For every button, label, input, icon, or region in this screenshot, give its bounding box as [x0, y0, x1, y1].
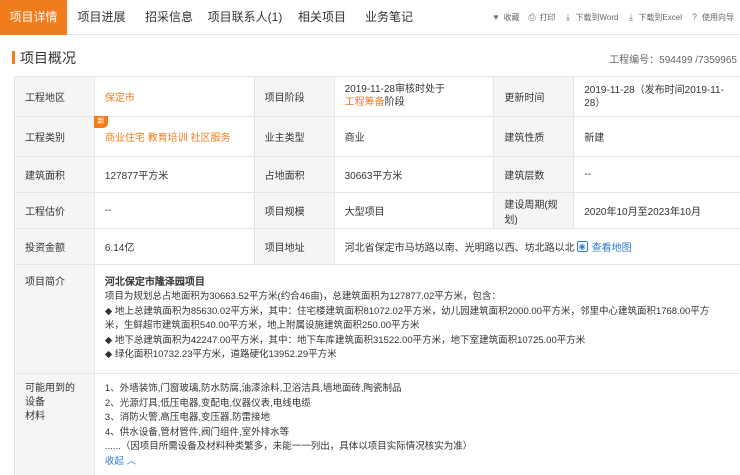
- label-floors: 建筑层数: [494, 157, 575, 192]
- favorite-button[interactable]: ♥ 收藏: [491, 12, 519, 23]
- value-building-area: 127877平方米: [95, 157, 255, 192]
- tab-business-notes[interactable]: 业务笔记: [356, 0, 422, 35]
- value-land-area: 30663平方米: [335, 157, 495, 192]
- value-build-period: 2020年10月至2023年10月: [574, 193, 740, 228]
- value-intro: 河北保定市隆泽园项目 项目为规划总占地面积为30663.52平方米(约合46亩)…: [95, 265, 740, 373]
- label-category: 工程类别: [15, 117, 95, 156]
- section-title: 项目概况: [20, 50, 76, 66]
- value-address: 河北省保定市马坊路以南、光明路以西、坊北路以北 ◉ 查看地图: [335, 229, 740, 264]
- tab-project-details[interactable]: 项目详情: [0, 0, 67, 35]
- value-update-time: 2019-11-28（发布时间2019-11-28）: [574, 77, 740, 116]
- label-investment: 投资金额: [15, 229, 95, 264]
- label-update-time: 更新时间: [494, 77, 575, 116]
- new-badge: 新: [93, 116, 108, 128]
- overview-table: 工程地区 保定市 项目阶段 2019-11-28审核时处于 工程筹备阶段 更新时…: [14, 76, 740, 475]
- label-region: 工程地区: [15, 77, 95, 116]
- table-row: 工程类别 新 商业住宅 教育培训 社区服务 业主类型 商业 建筑性质 新建: [15, 116, 740, 157]
- value-region[interactable]: 保定市: [95, 77, 255, 116]
- download-icon: ⤓: [628, 12, 633, 22]
- intro-line: ◆ 绿化面积10732.23平方米，道路硬化13952.29平方米: [104, 349, 337, 360]
- action-bar: ♥ 收藏 ⎙ 打印 ⤓ 下载到Word ⤓ 下载到Excel ? 使用向导: [491, 0, 734, 35]
- intro-line: ◆ 地上总建筑面积为85630.02平方米，其中：住宅楼建筑面积81072.02…: [104, 305, 710, 317]
- table-row: 建筑面积 127877平方米 占地面积 30663平方米 建筑层数 --: [15, 157, 740, 193]
- label-owner-type: 业主类型: [254, 117, 335, 156]
- value-estimate: --: [95, 193, 255, 228]
- material-line: 1、外墙装饰,门窗玻璃,防水防腐,油漆涂料,卫浴洁具,墙地面砖,陶瓷制品: [104, 383, 402, 394]
- value-owner-type: 商业: [335, 117, 495, 156]
- download-icon: ⤓: [565, 12, 570, 22]
- intro-line: ◆ 地下总建筑面积为42247.00平方米，其中：地下车库建筑面积31522.0…: [104, 334, 586, 346]
- material-line: ......（因项目所需设备及材料种类繁多，未能一一列出，具体以项目实际情况核实…: [104, 441, 473, 452]
- value-stage: 2019-11-28审核时处于 工程筹备阶段: [335, 77, 495, 116]
- material-line: 2、光源灯具,低压电器,变配电,仪器仪表,电线电缆: [104, 397, 311, 409]
- tab-procurement-info[interactable]: 招采信息: [136, 0, 202, 35]
- label-intro: 项目简介: [15, 265, 95, 373]
- tab-project-progress[interactable]: 项目进展: [67, 0, 136, 35]
- label-land-area: 占地面积: [254, 157, 335, 192]
- value-category[interactable]: 新 商业住宅 教育培训 社区服务: [93, 116, 255, 156]
- table-row: 工程地区 保定市 项目阶段 2019-11-28审核时处于 工程筹备阶段 更新时…: [15, 77, 740, 117]
- top-nav: 项目详情 项目进展 招采信息 项目联系人(1) 相关项目 业务笔记 ♥ 收藏 ⎙…: [0, 0, 740, 35]
- intro-line: 米，生鲜超市建筑面积540.00平方米，地上附属设施建筑面积250.00平方米: [104, 320, 420, 331]
- label-building-area: 建筑面积: [15, 157, 95, 192]
- label-build-nature: 建筑性质: [494, 117, 575, 156]
- label-estimate: 工程估价: [15, 193, 95, 228]
- label-address: 项目地址: [254, 229, 335, 264]
- heart-icon: ♥: [493, 12, 499, 22]
- value-materials: 1、外墙装饰,门窗玻璃,防水防腐,油漆涂料,卫浴洁具,墙地面砖,陶瓷制品 2、光…: [95, 374, 740, 475]
- value-floors: --: [574, 157, 740, 192]
- map-pin-icon[interactable]: ◉: [576, 241, 588, 252]
- label-stage: 项目阶段: [254, 77, 335, 116]
- material-line: 3、消防火警,高压电器,变压器,防雷接地: [104, 412, 271, 423]
- project-number: 工程编号：594499 /7359965: [609, 55, 737, 66]
- tab-project-contacts[interactable]: 项目联系人(1): [202, 0, 288, 35]
- collapse-link[interactable]: 收起 ︿: [105, 455, 730, 469]
- download-excel-button[interactable]: ⤓ 下载到Excel: [626, 12, 682, 23]
- print-button[interactable]: ⎙ 打印: [527, 12, 555, 23]
- value-scale: 大型项目: [335, 193, 495, 228]
- table-row: 项目简介 河北保定市隆泽园项目 项目为规划总占地面积为30663.52平方米(约…: [15, 265, 740, 374]
- label-build-period: 建设周期(规划): [494, 193, 575, 228]
- intro-title: 河北保定市隆泽园项目: [104, 277, 205, 288]
- label-scale: 项目规模: [254, 193, 335, 228]
- table-row: 可能用到的设备 材料 1、外墙装饰,门窗玻璃,防水防腐,油漆涂料,卫浴洁具,墙地…: [15, 374, 740, 475]
- label-materials: 可能用到的设备 材料: [15, 374, 95, 475]
- intro-line: 项目为规划总占地面积为30663.52平方米(约合46亩)，总建筑面积为1278…: [104, 291, 501, 302]
- tab-related-projects[interactable]: 相关项目: [288, 0, 356, 35]
- value-build-nature: 新建: [574, 117, 740, 156]
- section-accent-bar: [12, 51, 15, 64]
- material-line: 4、供水设备,管材管件,阀门组件,室外排水等: [104, 426, 290, 438]
- download-word-button[interactable]: ⤓ 下载到Word: [563, 12, 618, 23]
- print-icon: ⎙: [528, 12, 536, 22]
- table-row: 工程估价 -- 项目规模 大型项目 建设周期(规划) 2020年10月至2023…: [15, 193, 740, 229]
- guide-button[interactable]: ? 使用向导: [690, 12, 734, 23]
- view-map-link[interactable]: 查看地图: [592, 239, 632, 254]
- stage-link[interactable]: 工程筹备: [345, 97, 385, 108]
- help-icon: ?: [691, 12, 697, 22]
- value-investment: 6.14亿: [95, 229, 255, 264]
- table-row: 投资金额 6.14亿 项目地址 河北省保定市马坊路以南、光明路以西、坊北路以北 …: [15, 229, 740, 265]
